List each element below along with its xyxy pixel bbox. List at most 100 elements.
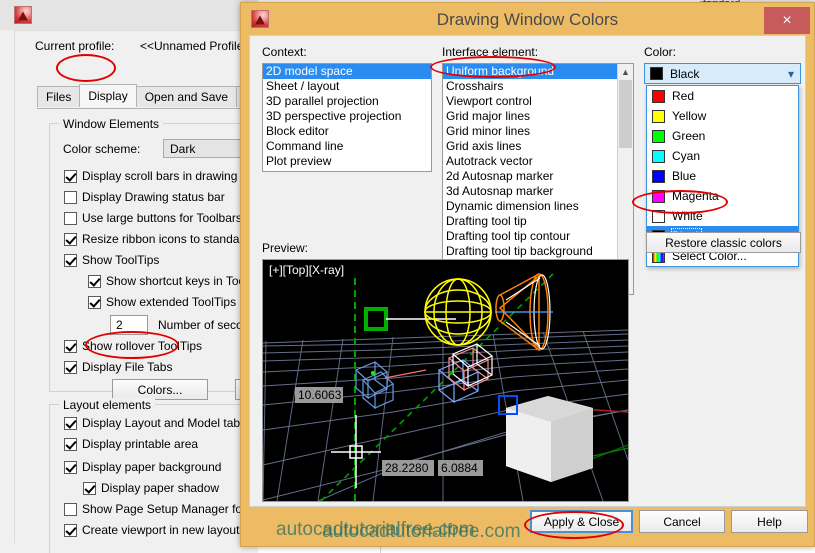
checkbox-show-tooltips[interactable]: Show ToolTips xyxy=(64,253,159,267)
interface-element-list-item[interactable]: Uniform background xyxy=(443,64,618,79)
tab-open-and-save[interactable]: Open and Save xyxy=(135,86,238,107)
checkbox-label: Display paper shadow xyxy=(101,481,220,495)
dwc-titlebar: Drawing Window Colors × xyxy=(241,3,814,39)
checkbox-display-paper-shadow[interactable]: Display paper shadow xyxy=(83,481,219,495)
preview-viewport: [+][Top][X-ray] 10.6063 28.2280 6.0884 xyxy=(262,259,629,502)
interface-element-list-item[interactable]: Autotrack vector xyxy=(443,154,618,169)
options-dialog: Current profile: <<Unnamed Profile>> Fil… xyxy=(0,0,381,553)
checkbox-box[interactable] xyxy=(64,211,77,225)
checkbox-create-viewport-new-layouts[interactable]: Create viewport in new layouts xyxy=(64,523,245,537)
preview-3d-scene: 10.6063 28.2280 6.0884 xyxy=(263,273,628,501)
svg-text:10.6063: 10.6063 xyxy=(298,388,342,402)
checkbox-label: Show ToolTips xyxy=(82,253,160,267)
checkbox-box[interactable] xyxy=(64,339,77,353)
window-elements-title: Window Elements xyxy=(59,117,164,131)
checkbox-label: Display File Tabs xyxy=(82,360,173,374)
interface-element-list-item[interactable]: Drafting tool tip contour xyxy=(443,229,618,244)
dialog-buttons: Apply & Close Cancel Help xyxy=(249,510,808,540)
context-list-item[interactable]: Sheet / layout xyxy=(263,79,431,94)
context-label: Context: xyxy=(262,45,307,59)
checkbox-label: Show rollover ToolTips xyxy=(82,339,203,353)
checkbox-display-printable-area[interactable]: Display printable area xyxy=(64,437,198,451)
color-option[interactable]: White xyxy=(647,206,798,226)
color-swatch xyxy=(652,209,665,223)
context-list-item[interactable]: 2D model space xyxy=(263,64,431,79)
checkbox-box[interactable] xyxy=(64,169,77,183)
tab-display[interactable]: Display xyxy=(79,84,137,107)
checkbox-box[interactable] xyxy=(83,481,96,495)
interface-element-list-item[interactable]: 3d Autosnap marker xyxy=(443,184,618,199)
color-swatch xyxy=(652,129,665,143)
color-option[interactable]: Green xyxy=(647,126,798,146)
cancel-button[interactable]: Cancel xyxy=(639,510,725,533)
checkbox-box[interactable] xyxy=(88,295,101,309)
color-option-label: Yellow xyxy=(672,109,707,123)
color-option[interactable]: Red xyxy=(647,86,798,106)
seconds-value: 2 xyxy=(116,318,123,332)
current-profile-label: Current profile: xyxy=(35,39,115,53)
svg-text:28.2280: 28.2280 xyxy=(385,461,429,475)
checkbox-box[interactable] xyxy=(64,232,77,246)
checkbox-box[interactable] xyxy=(64,253,77,267)
checkbox-box[interactable] xyxy=(64,416,77,430)
tab-files[interactable]: Files xyxy=(37,86,81,107)
interface-element-list-item[interactable]: Drafting tool tip xyxy=(443,214,618,229)
checkbox-box[interactable] xyxy=(64,437,77,451)
checkbox-show-extended-tooltips[interactable]: Show extended ToolTips xyxy=(88,295,236,309)
checkbox-use-large-buttons[interactable]: Use large buttons for Toolbars xyxy=(64,211,242,225)
colors-button[interactable]: Colors... xyxy=(112,379,208,400)
checkbox-label: Display printable area xyxy=(82,437,199,451)
context-list-item[interactable]: 3D perspective projection xyxy=(263,109,431,124)
chevron-down-icon[interactable]: ▾ xyxy=(788,67,794,81)
checkbox-box[interactable] xyxy=(64,190,77,204)
color-option[interactable]: Blue xyxy=(647,166,798,186)
context-list-item[interactable]: Block editor xyxy=(263,124,431,139)
interface-element-list-item[interactable]: Drafting tool tip background xyxy=(443,244,618,259)
interface-element-list-item[interactable]: 2d Autosnap marker xyxy=(443,169,618,184)
apply-and-close-button[interactable]: Apply & Close xyxy=(530,510,633,533)
color-option[interactable]: Magenta xyxy=(647,186,798,206)
color-option-label: Blue xyxy=(672,169,697,183)
scrollbar-thumb[interactable] xyxy=(619,80,632,148)
restore-classic-colors-button[interactable]: Restore classic colors xyxy=(646,232,801,253)
dwc-client-area: Context: 2D model space Sheet / layout 3D … xyxy=(249,35,806,507)
color-swatch xyxy=(650,67,663,80)
interface-element-list-item[interactable]: Dynamic dimension lines xyxy=(443,199,618,214)
color-option-label: Cyan xyxy=(672,149,701,163)
context-list-item[interactable]: Plot preview xyxy=(263,154,431,169)
context-list-item[interactable]: 3D parallel projection xyxy=(263,94,431,109)
checkbox-show-rollover-tooltips[interactable]: Show rollover ToolTips xyxy=(64,339,202,353)
interface-element-list-item[interactable]: Viewport control xyxy=(443,94,618,109)
checkbox-display-paper-background[interactable]: Display paper background xyxy=(64,460,221,474)
checkbox-display-layout-model-tabs[interactable]: Display Layout and Model tabs xyxy=(64,416,246,430)
screenshot-root: tandard Current profile: <<Unnamed Profi… xyxy=(0,0,815,553)
dialog-title: Drawing Window Colors xyxy=(436,10,619,29)
close-icon[interactable]: × xyxy=(764,7,810,34)
interface-element-list-item[interactable]: Grid major lines xyxy=(443,109,618,124)
context-listbox[interactable]: 2D model space Sheet / layout 3D parallel … xyxy=(262,63,432,172)
seconds-to-delay-input[interactable]: 2 xyxy=(110,315,148,335)
checkbox-display-drawing-status-bar[interactable]: Display Drawing status bar xyxy=(64,190,225,204)
checkbox-box[interactable] xyxy=(64,502,77,516)
preview-label: Preview: xyxy=(262,241,309,255)
checkbox-box[interactable] xyxy=(64,360,77,374)
checkbox-label: Display paper background xyxy=(82,460,222,474)
checkbox-box[interactable] xyxy=(88,274,101,288)
checkbox-label: Create viewport in new layouts xyxy=(82,523,246,537)
interface-element-list-item[interactable]: Crosshairs xyxy=(443,79,618,94)
layout-elements-title: Layout elements xyxy=(59,398,156,412)
color-swatch xyxy=(652,169,665,183)
checkbox-display-file-tabs[interactable]: Display File Tabs xyxy=(64,360,172,374)
interface-element-list-item[interactable]: Grid minor lines xyxy=(443,124,618,139)
interface-element-list-item[interactable]: Grid axis lines xyxy=(443,139,618,154)
checkbox-box[interactable] xyxy=(64,460,77,474)
checkbox-box[interactable] xyxy=(64,523,77,537)
help-button[interactable]: Help xyxy=(731,510,808,533)
svg-text:6.0884: 6.0884 xyxy=(441,461,478,475)
scroll-up-icon[interactable]: ▲ xyxy=(618,64,633,79)
color-combobox[interactable]: Black ▾ xyxy=(644,63,801,84)
color-label: Color: xyxy=(644,45,677,59)
color-option[interactable]: Yellow xyxy=(647,106,798,126)
context-list-item[interactable]: Command line xyxy=(263,139,431,154)
color-option[interactable]: Cyan xyxy=(647,146,798,166)
